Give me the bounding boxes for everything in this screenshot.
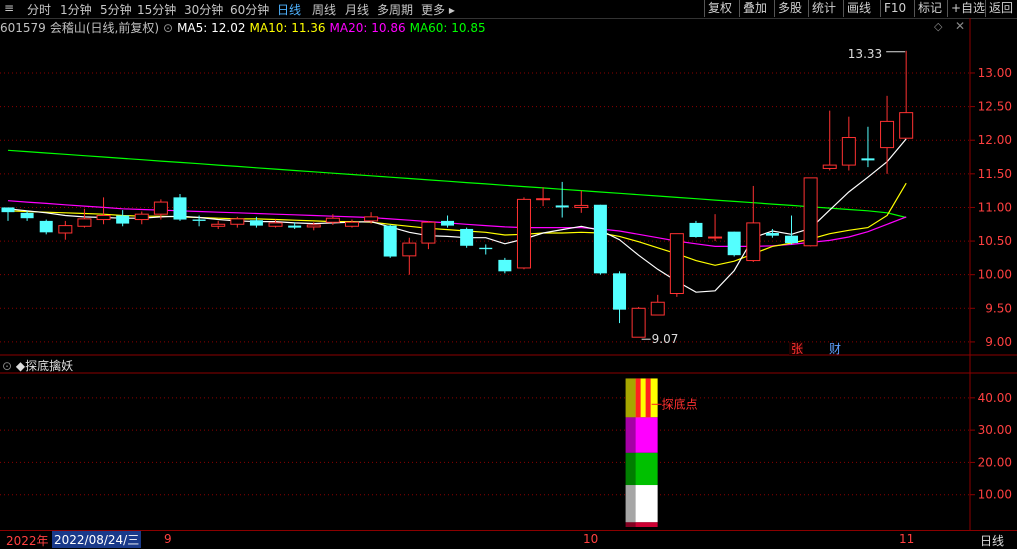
date-axis-bar: 2022年 2022/08/24/三 9 10 11 日线 [0,530,1017,549]
candle-body [441,220,455,226]
cursor-date: 2022/08/24/三 [52,531,142,548]
candle-body [498,259,512,272]
ma20-line [7,200,907,247]
signal-shade [625,378,636,418]
candle-body [765,232,779,236]
candle-body [593,204,607,274]
candle-body [689,222,703,238]
low-price-label: 9.07 [652,332,679,346]
signal-stripe-red [645,378,651,418]
candle-body [841,137,856,166]
candle-body [20,212,34,219]
price-tick-label: 9.00 [985,335,1012,349]
candle-body [288,225,302,228]
candle-body [669,233,684,295]
candle-body [555,205,569,208]
candle-body [249,220,263,226]
candle-body [211,223,226,227]
month-label-oct: 10 [583,532,599,546]
signal-shade [625,522,636,527]
marker-cai: 财 [829,342,841,356]
candle-body [421,221,436,244]
price-tick-label: 11.50 [978,167,1012,181]
indicator-tick-label: 10.00 [978,488,1012,502]
price-tick-label: 10.00 [978,268,1012,282]
candle-body [785,235,799,244]
candle-body [899,112,914,139]
ma10-line [7,182,907,266]
candle-body [574,204,589,208]
candle-body [803,177,818,247]
kline-chart[interactable]: 13.00 12.50 12.00 11.50 11.00 10.50 10.00 9.50 9… [0,0,1017,546]
signal-stripe-red [635,378,641,418]
candle-body [383,225,397,257]
candle-body [230,218,245,225]
month-label-sep: 9 [164,532,172,546]
candle-body [536,198,551,201]
candle-body [96,215,111,221]
candle-body [58,225,73,234]
indicator-header: ⊙ ◆探底擒妖 [2,357,73,374]
candle-body [192,219,206,221]
signal-shade [625,417,636,453]
price-tick-label: 12.00 [978,133,1012,147]
candle-body [727,231,741,256]
candle-body [822,164,837,169]
indicator-tick-label: 20.00 [978,455,1012,469]
indicator-tick-label: 30.00 [978,423,1012,437]
signal-shade [625,452,636,486]
candle-body [325,217,340,223]
high-price-label: 13.33 [848,47,882,61]
candle-body [344,221,359,227]
candle-body [631,307,646,338]
candle-body [39,220,53,233]
ma60-line [7,149,907,219]
price-tick-label: 11.00 [978,200,1012,214]
indicator-collapse-icon[interactable]: ⊙ [2,359,12,373]
candle-body [479,247,493,250]
candle-body [708,236,723,239]
candle-body [516,198,531,269]
price-tick-label: 12.50 [978,100,1012,114]
indicator-tick-label: 40.00 [978,391,1012,405]
signal-label: 探底点 [662,396,698,411]
candle-body [116,215,130,224]
candle-body [613,273,627,310]
candle-body [880,120,895,149]
candle-body [173,197,187,220]
candle-body [460,228,474,246]
price-tick-label: 10.50 [978,234,1012,248]
period-label[interactable]: 日线 [980,532,1004,549]
candle-body [364,216,379,222]
signal-shade [625,485,636,523]
candle-body [268,222,283,227]
candle-body [306,224,321,228]
candle-body [861,158,875,161]
candle-body [134,213,149,221]
indicator-title: ◆探底擒妖 [15,359,74,373]
year-label: 2022年 [6,534,49,548]
price-tick-label: 9.50 [985,301,1012,315]
candle-body [746,222,761,262]
marker-zhang: 张 [791,342,803,356]
candle-body [650,301,665,316]
candle-body [153,201,168,215]
candle-body [1,207,15,213]
price-tick-label: 13.00 [978,66,1012,80]
candle-body [77,218,92,227]
month-label-nov: 11 [899,532,915,546]
candle-body [402,242,417,257]
